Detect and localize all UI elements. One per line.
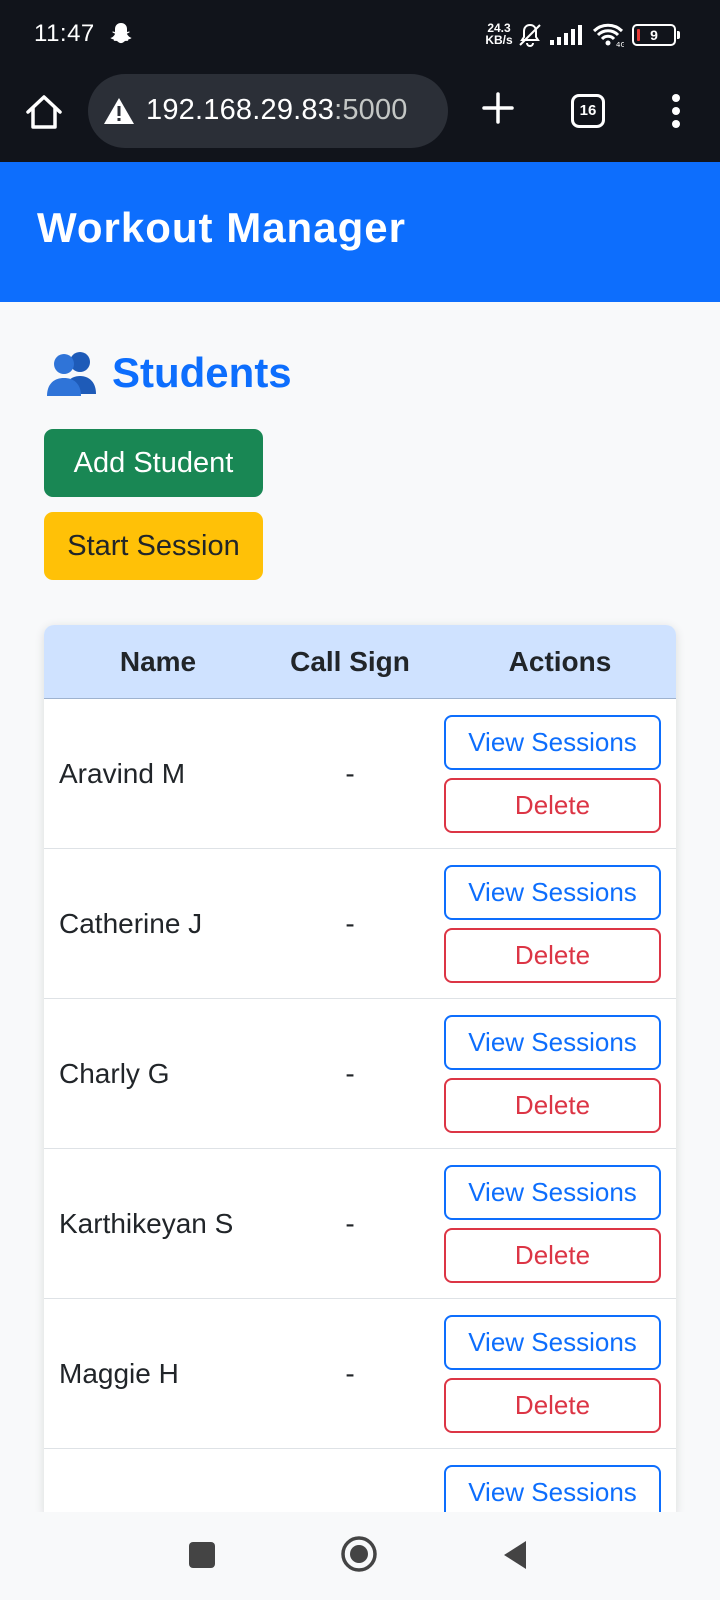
delete-button[interactable]: Delete: [444, 778, 661, 833]
table-row: Pritha A K-View SessionsDelete: [44, 1449, 676, 1515]
status-bar: 11:47 24.3 KB/s 4G 9: [0, 0, 720, 70]
student-name: Catherine J: [59, 908, 203, 939]
table-row: Catherine J - View Sessions Delete: [44, 849, 676, 999]
plus-icon[interactable]: [478, 88, 518, 128]
delete-button[interactable]: Delete: [444, 928, 661, 983]
svg-text:4G: 4G: [616, 41, 624, 48]
delete-button[interactable]: Delete: [444, 1378, 661, 1433]
menu-dot: [672, 107, 680, 115]
url-host: 192.168.29.83: [146, 94, 335, 126]
student-call-sign: -: [272, 1449, 428, 1515]
student-call-sign: -: [345, 1358, 355, 1389]
page-heading: Students: [44, 345, 292, 401]
view-sessions-button[interactable]: View Sessions: [444, 1315, 661, 1370]
student-call-sign: -: [345, 1058, 355, 1089]
table-row: Maggie H - View Sessions Delete: [44, 1299, 676, 1449]
column-header-call-sign: Call Sign: [290, 646, 410, 677]
table-header: Name Call Sign Actions: [44, 625, 676, 699]
url-text[interactable]: 192.168.29.83:5000: [146, 94, 408, 127]
battery-level: 9: [650, 27, 658, 43]
table-row: Charly G - View Sessions Delete: [44, 999, 676, 1149]
table-row: Karthikeyan S - View Sessions Delete: [44, 1149, 676, 1299]
view-sessions-button[interactable]: View Sessions: [444, 1465, 661, 1515]
column-header-name: Name: [119, 646, 197, 677]
snapchat-icon: [110, 23, 132, 44]
student-call-sign: -: [345, 908, 355, 939]
app-title[interactable]: Workout Manager: [37, 204, 406, 252]
net-speed: 24.3 KB/s: [482, 22, 516, 46]
back-icon[interactable]: [502, 1539, 528, 1571]
wifi-icon: 4G: [592, 23, 624, 48]
table-row: Aravind M - View Sessions Delete: [44, 699, 676, 849]
tabs-icon[interactable]: 16: [571, 94, 605, 128]
students-table: Name Call Sign Actions Aravind M - View Se…: [44, 625, 676, 1515]
net-speed-unit: KB/s: [485, 33, 513, 47]
student-name: Karthikeyan S: [59, 1208, 234, 1239]
address-bar[interactable]: 192.168.29.83:5000: [88, 74, 448, 148]
delete-button[interactable]: Delete: [444, 1078, 661, 1133]
bell-off-icon: [519, 23, 541, 47]
recents-icon[interactable]: [189, 1542, 215, 1568]
people-icon: [47, 352, 96, 396]
view-sessions-button[interactable]: View Sessions: [444, 715, 661, 770]
student-name: Aravind M: [59, 758, 186, 789]
view-sessions-button[interactable]: View Sessions: [444, 1015, 661, 1070]
view-sessions-button[interactable]: View Sessions: [444, 1165, 661, 1220]
column-header-actions: Actions: [508, 646, 612, 677]
system-nav-bar: [0, 1512, 720, 1600]
menu-dot: [672, 94, 680, 102]
home-icon[interactable]: [22, 90, 66, 134]
battery-icon: 9: [632, 24, 680, 46]
menu-dot: [672, 120, 680, 128]
status-time: 11:47: [34, 20, 95, 47]
add-student-button[interactable]: Add Student: [44, 429, 263, 497]
student-call-sign: -: [345, 1208, 355, 1239]
browser-toolbar: 192.168.29.83:5000 16: [0, 70, 720, 162]
student-call-sign: -: [345, 758, 355, 789]
more-vert-icon[interactable]: [662, 90, 690, 134]
home-circle-icon[interactable]: [340, 1535, 378, 1573]
view-sessions-button[interactable]: View Sessions: [444, 865, 661, 920]
student-name: Charly G: [59, 1058, 170, 1089]
page-title: Students: [112, 349, 292, 396]
app-header: Workout Manager: [0, 162, 720, 302]
student-name: Maggie H: [59, 1358, 179, 1389]
warning-icon[interactable]: [102, 96, 136, 126]
signal-icon: [550, 25, 582, 45]
delete-button[interactable]: Delete: [444, 1228, 661, 1283]
url-port: :5000: [334, 94, 408, 126]
student-name: Pritha A K: [59, 1449, 182, 1515]
start-session-button[interactable]: Start Session: [44, 512, 263, 580]
